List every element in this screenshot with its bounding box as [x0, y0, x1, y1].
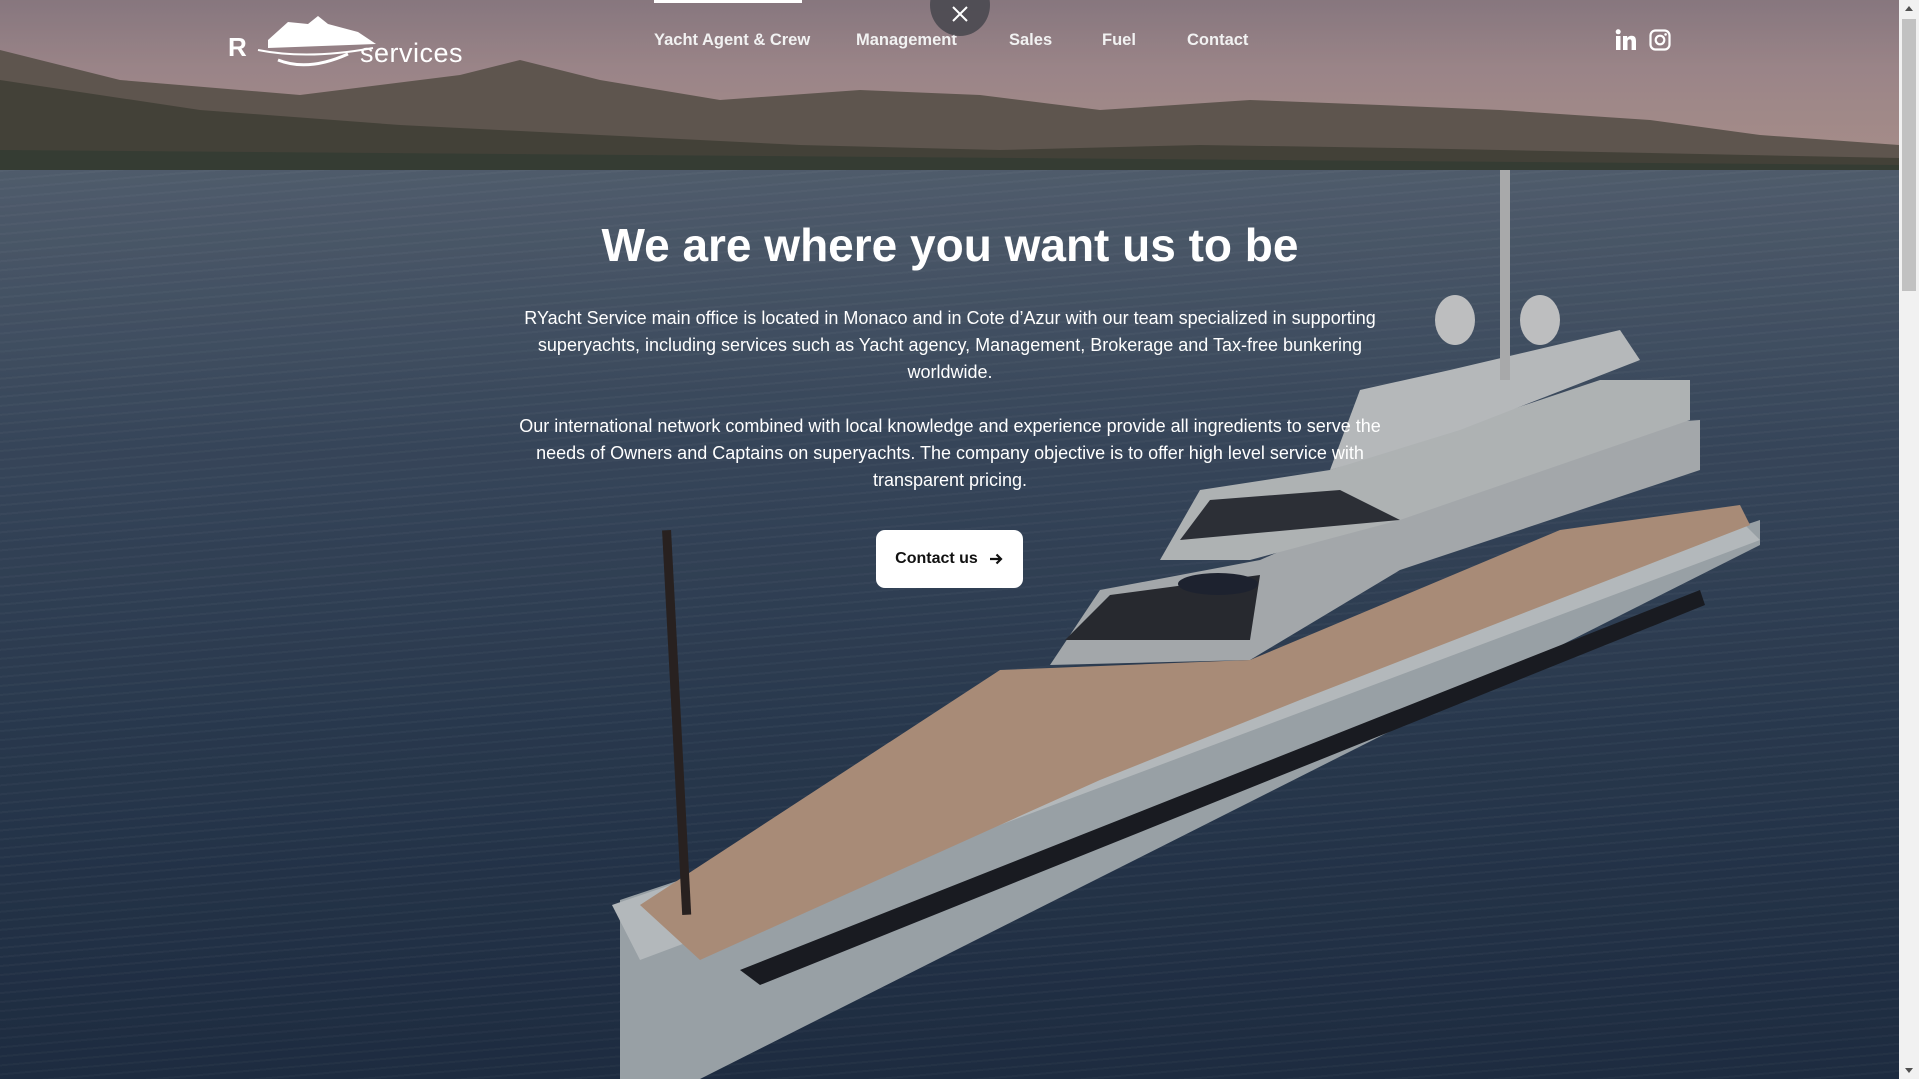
nav-active-indicator [654, 0, 802, 3]
instagram-icon[interactable] [1648, 28, 1672, 52]
scroll-down-arrow-icon[interactable] [1899, 1062, 1919, 1079]
page-title: We are where you want us to be [601, 219, 1299, 271]
mission-paragraph: Our international network combined with … [519, 416, 1381, 490]
contact-us-button[interactable]: Contact us [876, 530, 1023, 588]
yacht-logo-icon [257, 16, 376, 67]
nav-item-yacht-agent-crew[interactable]: Yacht Agent & Crew [654, 31, 810, 50]
arrow-right-icon [989, 553, 1003, 565]
site-logo[interactable]: R services [228, 12, 463, 74]
intro-paragraph: RYacht Service main office is located in… [524, 308, 1376, 382]
vertical-scrollbar[interactable] [1899, 0, 1919, 1079]
logo-text-left: R [228, 32, 247, 62]
nav-item-sales[interactable]: Sales [1009, 31, 1052, 50]
close-icon [952, 6, 968, 22]
logo-text-right: services [360, 38, 464, 68]
scrollbar-thumb[interactable] [1902, 19, 1916, 291]
nav-item-contact[interactable]: Contact [1187, 31, 1248, 50]
nav-item-fuel[interactable]: Fuel [1102, 31, 1136, 50]
scroll-up-arrow-icon[interactable] [1899, 0, 1919, 17]
linkedin-icon[interactable] [1614, 28, 1638, 52]
nav-item-management[interactable]: Management [856, 31, 957, 50]
contact-us-label: Contact us [895, 550, 978, 567]
